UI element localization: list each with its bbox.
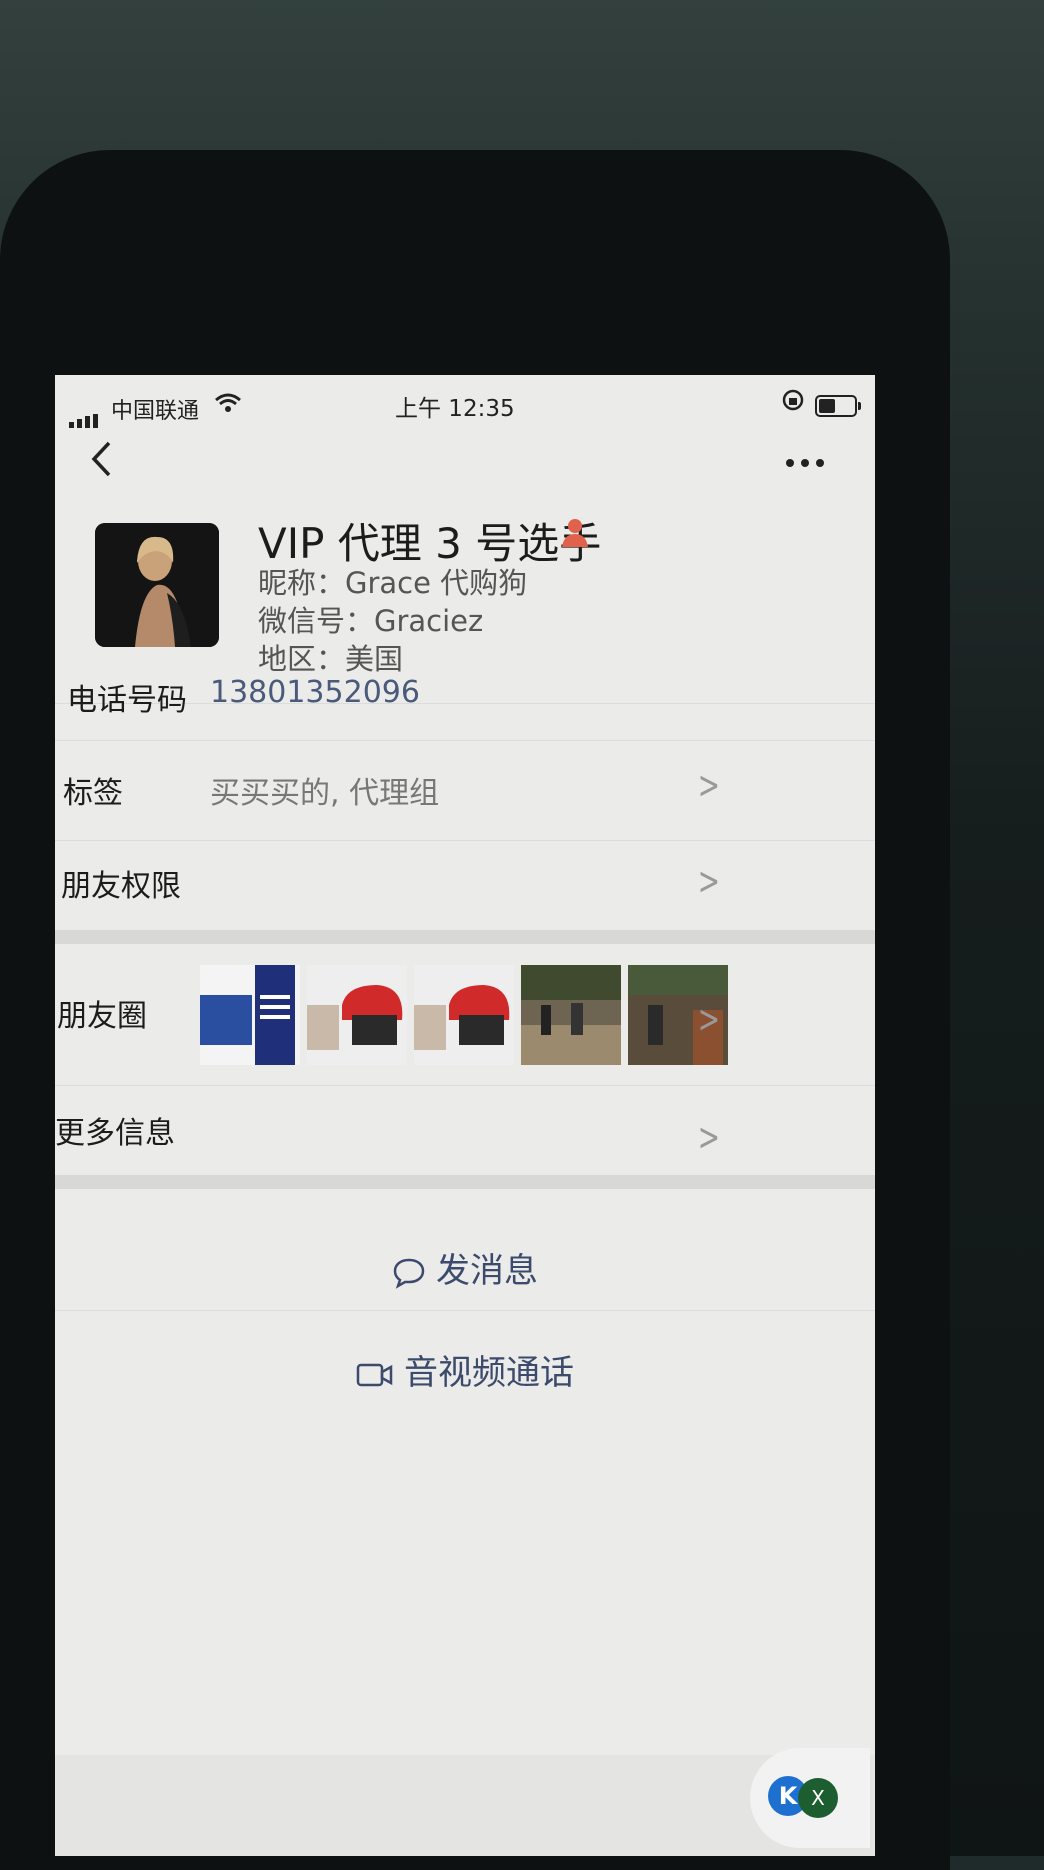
battery-icon	[815, 395, 861, 417]
divider	[55, 840, 875, 841]
nickname: 昵称：Grace 代购狗	[258, 566, 528, 600]
floating-assistant-button[interactable]: K X	[750, 1748, 870, 1848]
divider	[55, 1085, 875, 1086]
signal-icon	[69, 403, 101, 428]
permissions-label: 朋友权限	[61, 869, 181, 904]
section-gap	[55, 1175, 875, 1189]
wechat-id: 微信号：Graciez	[258, 604, 484, 638]
avatar[interactable]	[95, 523, 219, 647]
moments-thumbnail	[200, 965, 300, 1065]
chevron-right-icon: >	[697, 763, 721, 807]
carrier-name: 中国联通	[111, 399, 200, 424]
wifi-icon	[215, 393, 241, 418]
back-button[interactable]	[89, 440, 113, 486]
moments-thumbnail	[307, 965, 407, 1065]
status-time: 上午 12:35	[395, 396, 515, 422]
phone-number[interactable]: 13801352096	[210, 675, 420, 710]
chevron-right-icon: >	[697, 1115, 721, 1159]
region: 地区：美国	[258, 642, 404, 676]
video-call-label: 音视频通话	[404, 1353, 574, 1393]
section-gap	[55, 930, 875, 944]
moments-thumbnail	[414, 965, 514, 1065]
more-options-button[interactable]	[785, 433, 825, 477]
tags-value: 买买买的, 代理组	[210, 776, 440, 811]
chevron-left-icon	[91, 441, 111, 477]
chat-bubble-icon	[393, 1258, 425, 1289]
x-app-icon: X	[798, 1778, 838, 1818]
person-icon	[558, 515, 594, 551]
tags-label: 标签	[63, 776, 123, 811]
wechat-profile-screen: 中国联通 上午 12:35 VIP 代理 3 号选手 昵称：Grace 代购狗 …	[55, 375, 875, 1856]
send-message-button[interactable]: 发消息	[55, 1243, 875, 1292]
chevron-right-icon: >	[697, 859, 721, 903]
more-info-label: 更多信息	[55, 1116, 175, 1151]
divider	[55, 740, 875, 741]
status-bar: 中国联通 上午 12:35	[55, 375, 875, 429]
rotation-lock-icon	[781, 388, 805, 418]
divider	[55, 1310, 875, 1311]
ellipsis-icon	[786, 459, 824, 467]
send-message-label: 发消息	[436, 1251, 538, 1291]
video-camera-icon	[356, 1363, 393, 1386]
video-call-button[interactable]: 音视频通话	[55, 1345, 875, 1394]
phone-label: 电话号码	[67, 683, 187, 718]
moments-thumbnail	[521, 965, 621, 1065]
moments-label: 朋友圈	[57, 999, 147, 1034]
chevron-right-icon: >	[697, 997, 721, 1041]
